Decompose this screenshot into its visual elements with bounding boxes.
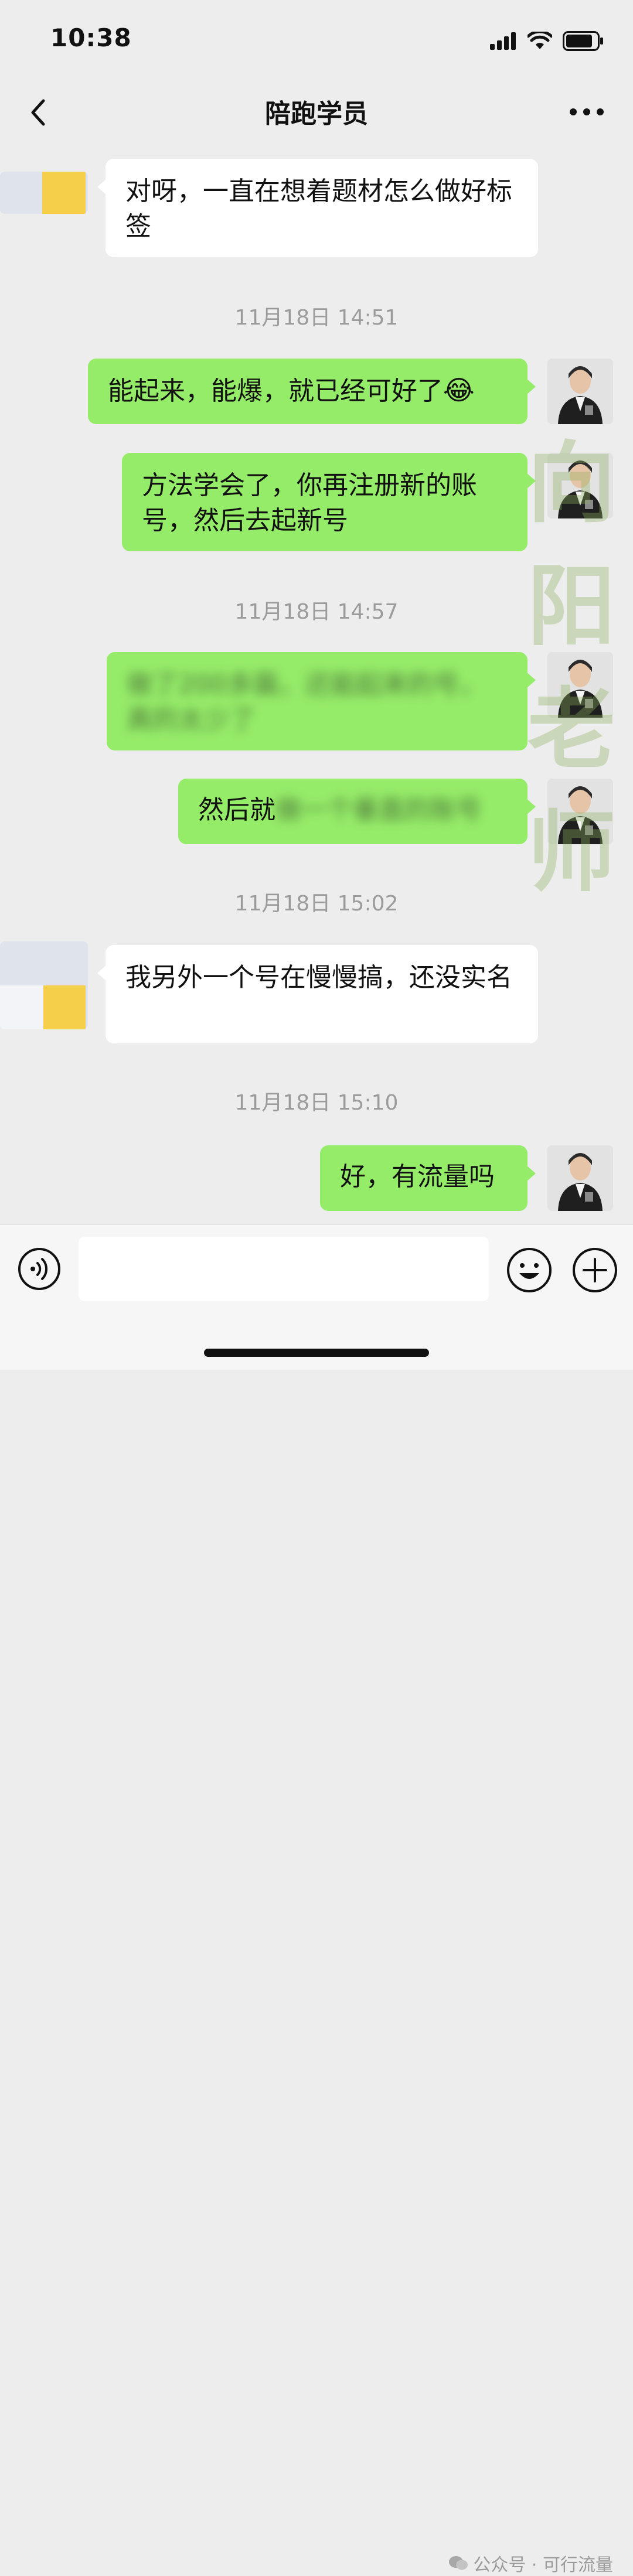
message-bubble-outgoing[interactable]: 方法学会了，你再注册新的账号，然后去起新号 <box>122 453 536 551</box>
home-indicator[interactable] <box>204 1349 429 1357</box>
contact-avatar[interactable] <box>0 941 88 1029</box>
battery-icon <box>563 31 603 51</box>
emoji-button-icon[interactable] <box>506 1247 552 1293</box>
message-bubble-outgoing-blurred[interactable]: 做了200多篇，还能起来的号，真的太少了 <box>107 652 536 750</box>
message-text: 能起来，能爆，就已经可好了 <box>108 376 443 406</box>
message-bubble-incoming[interactable]: 我另外一个号在慢慢搞，还没实名 <box>97 945 538 1043</box>
status-time: 10:38 <box>50 23 132 52</box>
chat-title: 陪跑学员 <box>265 99 368 129</box>
my-avatar[interactable] <box>547 1145 613 1211</box>
message-timestamp: 11月18日 14:51 <box>234 306 399 330</box>
message-text-blurred: 做一个垂直的账号 <box>275 795 482 825</box>
message-bubble-incoming[interactable]: 对呀，一直在想着题材怎么做好标签 <box>97 159 538 257</box>
my-avatar[interactable] <box>547 359 613 424</box>
person-portrait-icon <box>547 359 613 424</box>
wifi-icon <box>528 32 552 49</box>
chat-header: 陪跑学员 <box>0 82 633 146</box>
message-bubble-outgoing[interactable]: 然后就做一个垂直的账号 <box>178 779 536 844</box>
watermark: 向阳老师 <box>528 432 616 904</box>
message-text: 好，有流量吗 <box>340 1162 495 1192</box>
wechat-logo-icon <box>449 2556 468 2570</box>
message-text: 方法学会了，你再注册新的账号，然后去起新号 <box>142 470 477 535</box>
message-bubble-outgoing[interactable]: 好，有流量吗 <box>320 1145 536 1211</box>
message-text-blurred: 做了200多篇，还能起来的号，真的太少了 <box>127 670 485 735</box>
composer-bar: 公众号 · 可行流量 <box>0 1224 633 2575</box>
message-bubble-outgoing[interactable]: 能起来，能爆，就已经可好了😂 <box>88 359 536 424</box>
source-credit: 公众号 · 可行流量 <box>448 2550 613 2576</box>
message-input[interactable] <box>79 1237 489 1301</box>
message-text: 我另外一个号在慢慢搞，还没实名 <box>125 963 512 992</box>
cellular-signal-icon <box>490 32 516 50</box>
status-icons <box>490 29 604 53</box>
contact-avatar[interactable] <box>0 172 88 214</box>
message-timestamp: 11月18日 15:10 <box>234 1091 399 1115</box>
status-bar: 10:38 <box>0 0 633 82</box>
laughing-tears-emoji-icon: 😂 <box>443 374 475 406</box>
message-text: 对呀，一直在想着题材怎么做好标签 <box>125 176 512 241</box>
message-text: 然后就 <box>198 795 275 825</box>
voice-input-icon[interactable] <box>18 1247 61 1291</box>
plus-attachments-icon[interactable] <box>572 1247 618 1293</box>
more-options-icon[interactable] <box>566 97 607 127</box>
source-credit-text: 公众号 · 可行流量 <box>473 2555 613 2575</box>
person-portrait-icon <box>547 1145 613 1211</box>
